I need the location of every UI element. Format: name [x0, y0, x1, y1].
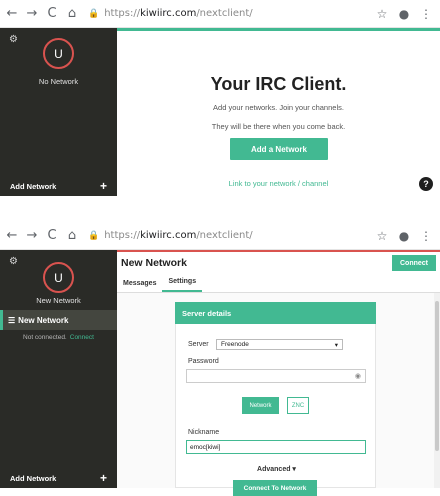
separator	[0, 196, 440, 222]
nickname-field[interactable]: emoc[kiwi]	[186, 440, 366, 454]
forward-icon[interactable]: →	[24, 6, 40, 22]
list-icon: ☰	[8, 315, 16, 325]
home-icon[interactable]: ⌂	[64, 6, 80, 22]
lock-icon: 🔒	[88, 8, 100, 19]
welcome-screenshot: ← → C ⌂ 🔒 https://kiwiirc.com/nextclient…	[0, 0, 440, 196]
url-path: /nextclient/	[196, 8, 253, 19]
network-settings-screenshot: ← → C ⌂ 🔒 https://kiwiirc.com/nextclient…	[0, 222, 440, 496]
server-value: Freenode	[221, 341, 249, 348]
no-network-label: No Network	[38, 77, 79, 86]
plus-icon[interactable]: +	[100, 179, 107, 193]
gear-icon[interactable]: ⚙	[9, 256, 18, 267]
url-path: /nextclient/	[196, 230, 253, 241]
server-label: Server	[188, 341, 209, 348]
home-icon[interactable]: ⌂	[64, 228, 80, 244]
nickname-label: Nickname	[188, 429, 220, 436]
browser-toolbar: ← → C ⌂ 🔒 https://kiwiirc.com/nextclient…	[0, 0, 440, 28]
account-icon[interactable]: ●	[396, 7, 412, 21]
bookmark-star-icon[interactable]: ☆	[374, 229, 390, 243]
settings-area: Server details Server Freenode ▾ Passwor…	[117, 293, 434, 496]
sidebar-item-label: New Network	[18, 315, 69, 325]
add-network-label[interactable]: Add Network	[10, 182, 56, 191]
url-protocol: https://	[104, 230, 141, 241]
eye-icon[interactable]: ◉	[355, 372, 361, 380]
menu-icon[interactable]: ⋮	[418, 7, 434, 21]
connection-status: Not connected. Connect	[0, 334, 117, 341]
add-a-network-button[interactable]: Add a Network	[230, 138, 328, 160]
new-network-label: New Network	[36, 296, 81, 305]
password-label: Password	[188, 358, 219, 365]
menu-icon[interactable]: ⋮	[418, 229, 434, 243]
back-icon[interactable]: ←	[4, 6, 20, 22]
plus-icon[interactable]: +	[100, 471, 107, 485]
tab-messages[interactable]: Messages	[117, 280, 162, 292]
scrollbar[interactable]	[434, 293, 440, 488]
help-icon[interactable]: ?	[419, 177, 433, 191]
tab-settings[interactable]: Settings	[162, 278, 203, 292]
welcome-line-2: They will be there when you come back.	[211, 122, 346, 131]
advanced-toggle[interactable]: Advanced ▾	[176, 465, 377, 473]
back-icon[interactable]: ←	[4, 228, 20, 244]
avatar[interactable]: U	[43, 262, 74, 293]
add-network-bar[interactable]: Add Network +	[0, 468, 117, 488]
url-host: kiwiirc.com	[140, 230, 197, 241]
znc-type-button[interactable]: ZNC	[287, 397, 309, 414]
connect-to-network-button[interactable]: Connect To Network	[233, 480, 317, 496]
bookmark-star-icon[interactable]: ☆	[374, 7, 390, 21]
avatar[interactable]: U	[43, 38, 74, 69]
reload-icon[interactable]: C	[44, 6, 60, 22]
password-field[interactable]: ◉	[186, 369, 366, 383]
server-details-card: Server details Server Freenode ▾ Passwor…	[175, 302, 377, 496]
scrollbar-thumb[interactable]	[435, 301, 439, 451]
browser-toolbar: ← → C ⌂ 🔒 https://kiwiirc.com/nextclient…	[0, 222, 440, 250]
reload-icon[interactable]: C	[44, 228, 60, 244]
tab-bar: Messages Settings	[117, 274, 440, 293]
server-select[interactable]: Freenode ▾	[216, 339, 343, 350]
address-bar[interactable]: 🔒 https://kiwiirc.com/nextclient/	[88, 4, 368, 24]
status-text: Not connected.	[23, 334, 67, 341]
welcome-line-1: Add your networks. Join your channels.	[213, 103, 344, 112]
nickname-value: emoc[kiwi]	[190, 443, 221, 451]
sidebar-item-new-network[interactable]: ☰ New Network	[0, 310, 117, 330]
url-host: kiwiirc.com	[140, 8, 197, 19]
network-link[interactable]: Link to your network / channel	[117, 179, 440, 188]
chevron-down-icon: ▾	[334, 341, 338, 349]
network-type-button[interactable]: Network	[242, 397, 279, 414]
address-bar[interactable]: 🔒 https://kiwiirc.com/nextclient/	[88, 226, 368, 246]
sidebar: ⚙ U New Network ☰ New Network Not connec…	[0, 250, 117, 488]
status-connect-link[interactable]: Connect	[70, 334, 94, 341]
connect-button[interactable]: Connect	[392, 255, 436, 271]
account-icon[interactable]: ●	[396, 229, 412, 243]
network-header: New Network Connect	[117, 252, 440, 274]
sidebar: ⚙ U No Network Add Network +	[0, 28, 117, 196]
welcome-panel: Your IRC Client. Add your networks. Join…	[117, 31, 440, 196]
gear-icon[interactable]: ⚙	[9, 34, 18, 45]
url-protocol: https://	[104, 8, 141, 19]
add-network-bar[interactable]: Add Network +	[0, 176, 117, 196]
forward-icon[interactable]: →	[24, 228, 40, 244]
card-title: Server details	[175, 302, 376, 324]
add-network-label[interactable]: Add Network	[10, 474, 56, 483]
network-title: New Network	[121, 257, 187, 269]
lock-icon: 🔒	[88, 230, 100, 241]
page-title: Your IRC Client.	[210, 74, 347, 94]
